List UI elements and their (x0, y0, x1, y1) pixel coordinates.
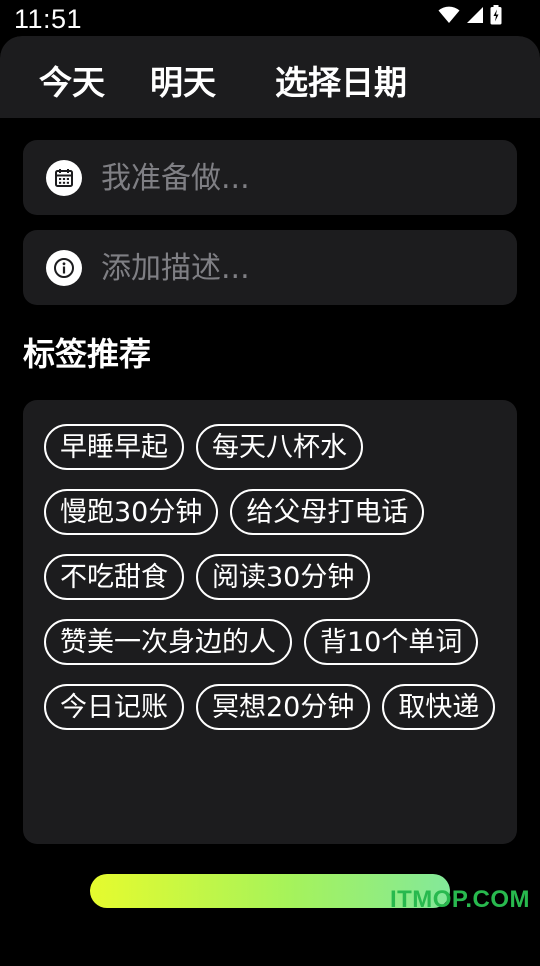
tag-chip[interactable]: 早睡早起 (44, 424, 184, 470)
tab-tomorrow[interactable]: 明天 (150, 63, 216, 103)
tab-today[interactable]: 今天 (39, 63, 105, 103)
calendar-icon (46, 160, 82, 196)
info-icon (46, 250, 82, 286)
section-title-tag-suggestions: 标签推荐 (23, 335, 152, 373)
tag-suggestions-panel: 早睡早起 每天八杯水 慢跑30分钟 给父母打电话 不吃甜食 阅读30分钟 赞美一… (23, 400, 517, 844)
task-title-card (23, 140, 517, 215)
tab-choose-date[interactable]: 选择日期 (275, 63, 407, 103)
tag-chip[interactable]: 不吃甜食 (44, 554, 184, 600)
tag-chip[interactable]: 阅读30分钟 (196, 554, 371, 600)
add-task-sheet: 今天 明天 选择日期 我准备做... 添加描述... 标签推荐 早睡早起 每天八… (0, 36, 540, 966)
tag-chip[interactable]: 取快递 (382, 684, 496, 730)
task-description-card (23, 230, 517, 305)
tag-chip[interactable]: 冥想20分钟 (196, 684, 371, 730)
status-time: 11:51 (14, 4, 83, 34)
task-title-input[interactable] (101, 152, 501, 204)
tag-chip[interactable]: 慢跑30分钟 (44, 489, 219, 535)
tag-chip[interactable]: 给父母打电话 (230, 489, 425, 535)
tag-chip[interactable]: 赞美一次身边的人 (44, 619, 292, 665)
status-icons (438, 5, 502, 29)
status-bar: 11:51 (0, 0, 540, 40)
battery-icon (490, 5, 502, 29)
task-description-input[interactable] (101, 242, 501, 294)
tag-list: 早睡早起 每天八杯水 慢跑30分钟 给父母打电话 不吃甜食 阅读30分钟 赞美一… (44, 424, 504, 730)
signal-icon (466, 6, 484, 28)
tag-chip[interactable]: 背10个单词 (304, 619, 479, 665)
tag-chip[interactable]: 今日记账 (44, 684, 184, 730)
date-selector: 今天 明天 选择日期 (0, 36, 540, 118)
wifi-icon (438, 6, 460, 28)
tag-chip[interactable]: 每天八杯水 (196, 424, 363, 470)
watermark-logo: ITMOP.COM (389, 886, 530, 913)
